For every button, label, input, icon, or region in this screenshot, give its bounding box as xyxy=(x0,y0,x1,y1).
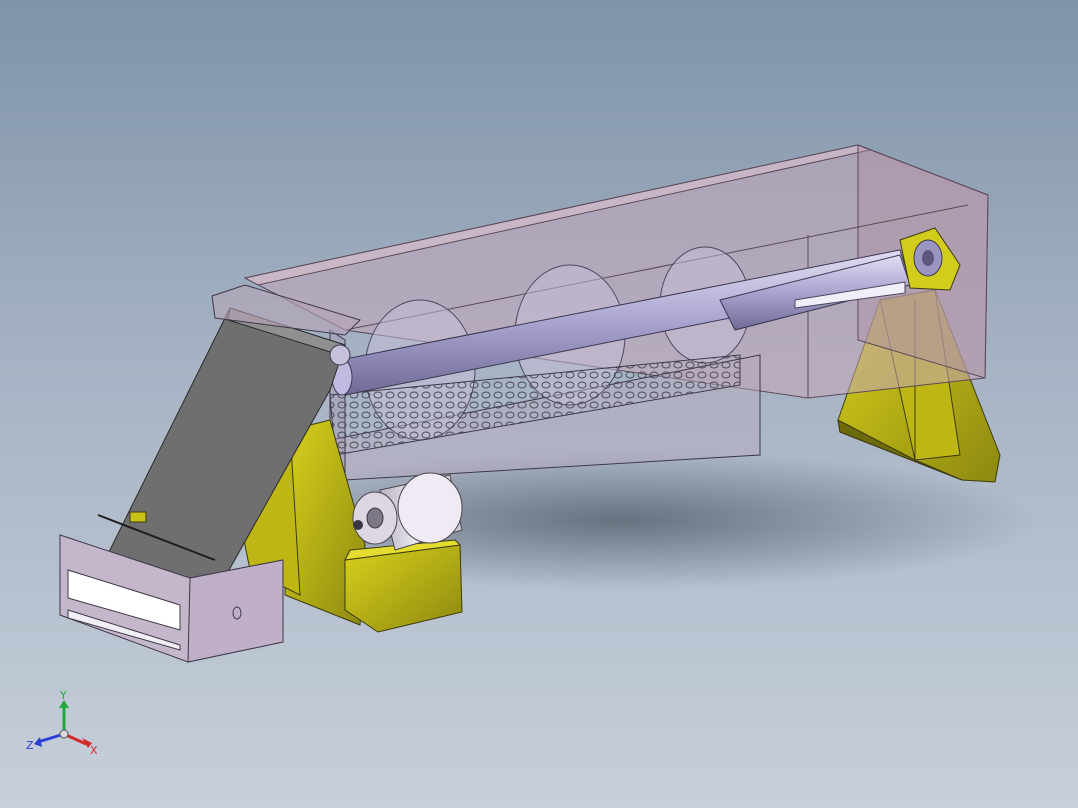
x-axis xyxy=(63,732,92,748)
z-axis xyxy=(34,732,65,747)
x-axis-label: X xyxy=(90,744,98,757)
y-axis-label: Y xyxy=(59,689,67,702)
y-axis xyxy=(59,700,69,734)
cad-viewport[interactable]: Y X Z xyxy=(0,0,1078,808)
z-axis-label: Z xyxy=(26,739,34,752)
orientation-triad: Y X Z xyxy=(26,689,98,757)
screw-conveyor-model[interactable] xyxy=(0,0,1078,808)
